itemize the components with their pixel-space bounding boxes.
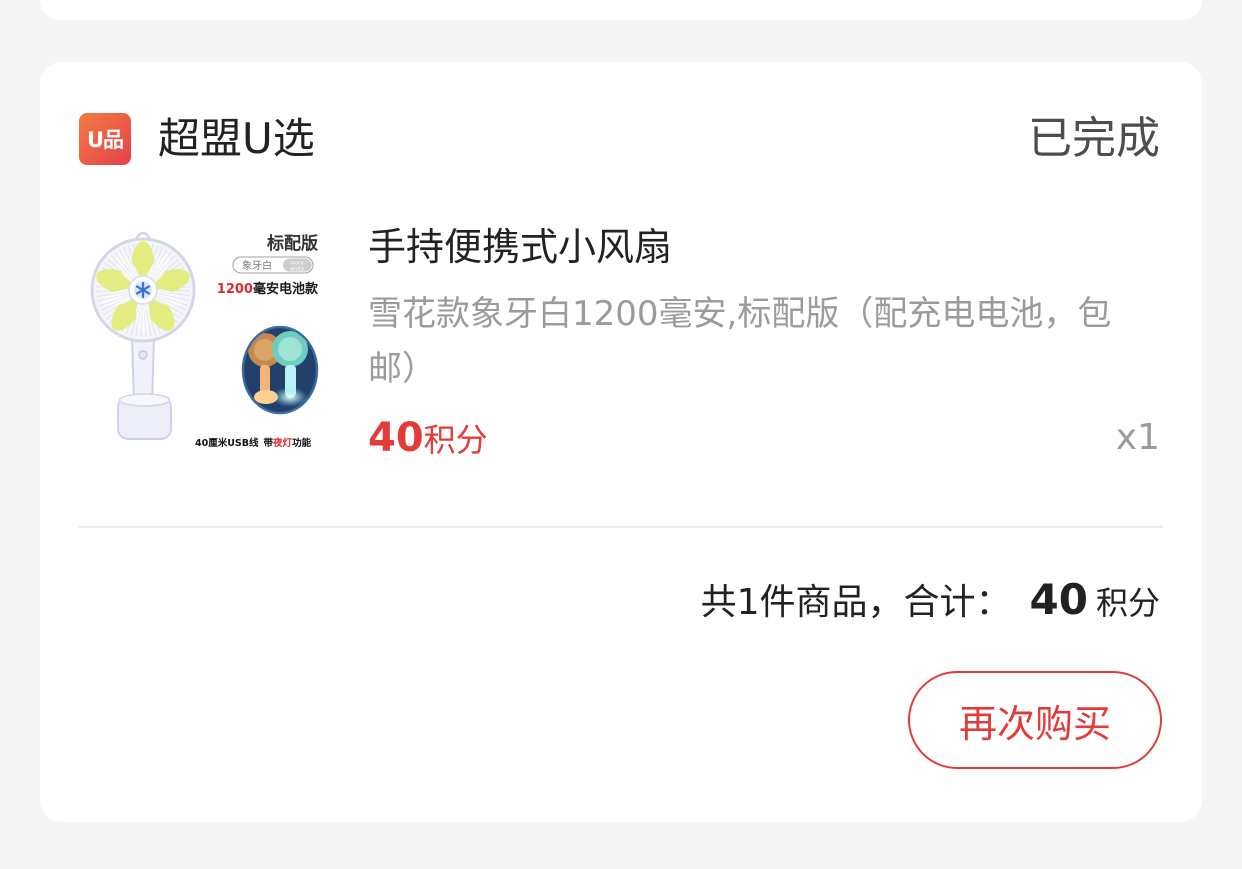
- feature-light-prefix: 带: [264, 437, 274, 449]
- feature-light-suffix: 功能: [292, 437, 312, 449]
- image-label-battery: 1200毫安电池款: [217, 281, 319, 297]
- color-tag: 象牙白 ivory white: [232, 256, 314, 274]
- order-summary: 共1件商品，合计： 40 积分: [701, 574, 1160, 635]
- battery-text: 毫安电池款: [253, 281, 319, 297]
- product-spec: 雪花款象牙白1200毫安,标配版（配充电电池，包邮）: [368, 294, 1112, 389]
- divider: [79, 526, 1163, 528]
- product-image: 标配版 象牙白 ivory white 1200毫安电池款 40厘米USB线 带夜…: [90, 225, 330, 455]
- snowflake-icon: [134, 281, 152, 299]
- product-price: 40积分: [368, 412, 488, 472]
- store-logo: U品: [79, 113, 131, 165]
- fan-power-button: [138, 350, 148, 360]
- battery-capacity: 1200: [217, 282, 253, 297]
- cyan-fan-blades: [278, 337, 302, 361]
- summary-total-value: 40: [1029, 575, 1088, 624]
- price-value: 40: [368, 415, 424, 461]
- product-item[interactable]: 标配版 象牙白 ivory white 1200毫安电池款 40厘米USB线 带夜…: [90, 222, 1160, 462]
- feature-cable: 40厘米USB线: [195, 437, 259, 449]
- store-header[interactable]: U品 超盟U选: [79, 113, 315, 165]
- feature-light-highlight: 夜灯: [272, 437, 293, 449]
- order-status: 已完成: [1028, 113, 1160, 164]
- summary-count-text: 共1件商品，合计：: [700, 582, 1012, 623]
- product-title: 手持便携式小风扇: [368, 225, 673, 269]
- product-quantity: x1: [1115, 417, 1160, 458]
- previous-order-card[interactable]: [40, 0, 1202, 20]
- image-label-edition: 标配版: [267, 233, 318, 254]
- image-label-features: 40厘米USB线 带夜灯功能: [195, 437, 312, 449]
- color-tag-en-line2: white: [289, 266, 305, 272]
- order-card[interactable]: U品 超盟U选 已完成 标配版 象牙白 ivory white 1200毫安电池…: [40, 62, 1202, 822]
- store-name: 超盟U选: [158, 114, 315, 163]
- price-unit: 积分: [423, 421, 488, 459]
- summary-total-unit: 积分: [1095, 584, 1160, 622]
- store-logo-text: U品: [86, 128, 124, 152]
- color-tag-cn: 象牙白: [242, 259, 272, 272]
- rebuy-button-label: 再次购买: [958, 701, 1111, 746]
- night-light-inset: [241, 325, 319, 415]
- rebuy-button[interactable]: 再次购买: [908, 671, 1162, 769]
- product-info: 手持便携式小风扇 雪花款象牙白1200毫安,标配版（配充电电池，包邮） 40积分: [368, 222, 1160, 462]
- fan-base-top: [118, 393, 171, 407]
